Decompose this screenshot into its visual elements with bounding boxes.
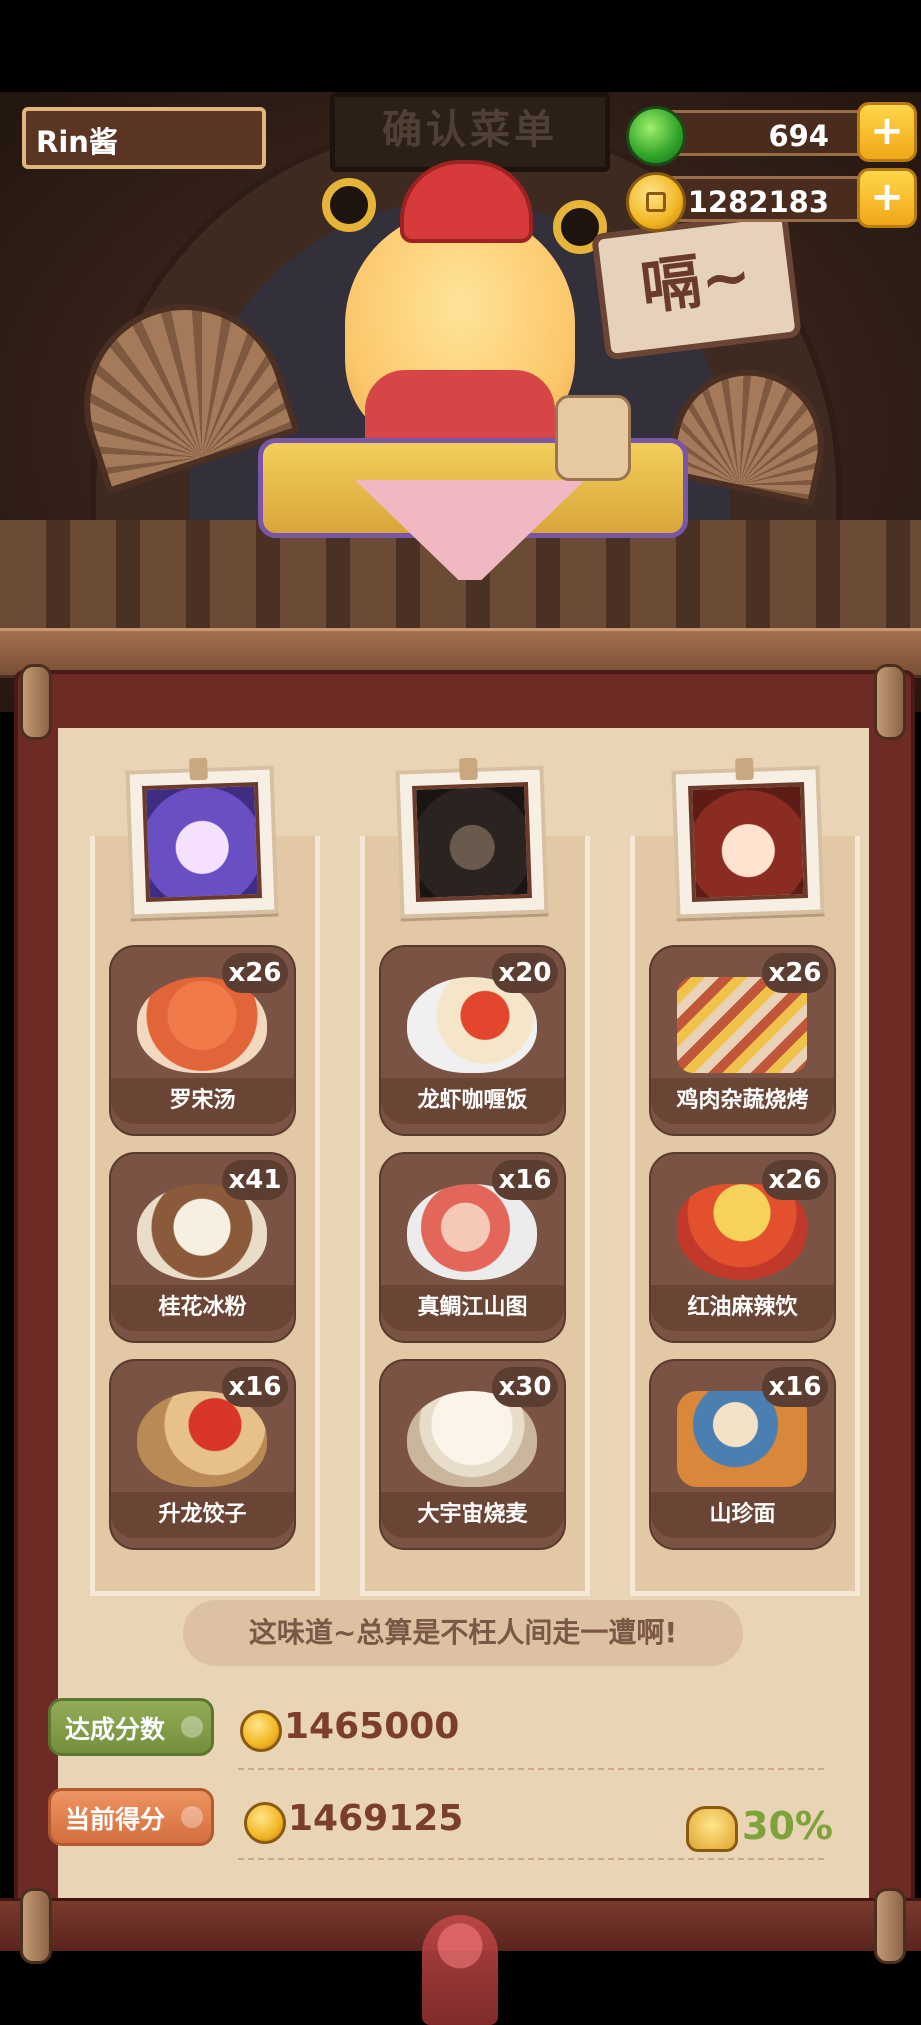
dish-card[interactable]: x16 山珍面 (649, 1359, 836, 1550)
status-bar-area (0, 0, 921, 92)
speech-bubble: 嗝~ (590, 210, 803, 361)
dish-card[interactable]: x20 龙虾咖喱饭 (379, 945, 566, 1136)
current-score-value: 1469125 (288, 1798, 464, 1839)
divider (238, 1858, 824, 1860)
scroll-roller (874, 1888, 906, 1964)
dish-name: 红油麻辣饮 (651, 1285, 834, 1331)
dish-name: 鸡肉杂蔬烧烤 (651, 1078, 834, 1124)
dish-card[interactable]: x26 罗宋汤 (109, 945, 296, 1136)
player-name-plate[interactable]: Rin酱 (22, 107, 266, 169)
current-score-tag: 当前得分 (48, 1788, 214, 1846)
dish-name: 桂花冰粉 (111, 1285, 294, 1331)
coin-icon (244, 1802, 286, 1844)
dish-card[interactable]: x41 桂花冰粉 (109, 1152, 296, 1343)
target-score-value: 1465000 (284, 1706, 460, 1747)
jade-icon (626, 106, 686, 166)
pin-icon (735, 757, 754, 781)
coin-bag-bonus-icon (686, 1806, 738, 1852)
dish-name: 龙虾咖喱饭 (381, 1078, 564, 1124)
pin-icon (189, 757, 208, 781)
scroll-roller (20, 1888, 52, 1964)
dish-count-badge: x41 (222, 1160, 288, 1200)
stacked-bowls (555, 395, 631, 481)
dish-card[interactable]: x16 真鲷江山图 (379, 1152, 566, 1343)
target-score-label: 达成分数 (65, 1715, 166, 1744)
pin-icon (459, 757, 478, 781)
dish-count-badge: x26 (762, 1160, 828, 1200)
dish-count-badge: x16 (492, 1160, 558, 1200)
avatar (412, 782, 532, 902)
dish-count-badge: x16 (762, 1367, 828, 1407)
dish-name: 山珍面 (651, 1492, 834, 1538)
dish-name: 罗宋汤 (111, 1078, 294, 1124)
dish-count-badge: x16 (222, 1367, 288, 1407)
dish-card[interactable]: x26 鸡肉杂蔬烧烤 (649, 945, 836, 1136)
coin-icon (626, 172, 686, 232)
arrow-right-icon (181, 1716, 203, 1738)
divider (238, 1768, 824, 1770)
coin-icon (240, 1710, 282, 1752)
tassel-ornament (422, 1915, 498, 2025)
dish-card[interactable]: x30 大宇宙烧麦 (379, 1359, 566, 1550)
dish-count-badge: x26 (222, 953, 288, 993)
dish-card[interactable]: x26 红油麻辣饮 (649, 1152, 836, 1343)
dish-count-badge: x26 (762, 953, 828, 993)
arrow-right-icon (181, 1806, 203, 1828)
coin-ornament-left (322, 178, 376, 232)
add-jade-button[interactable]: + (857, 102, 917, 162)
dish-name: 真鲷江山图 (381, 1285, 564, 1331)
dish-count-badge: x20 (492, 953, 558, 993)
dish-name: 升龙饺子 (111, 1492, 294, 1538)
customer-portrait-3[interactable] (671, 757, 825, 919)
avatar (142, 782, 262, 902)
dish-card[interactable]: x16 升龙饺子 (109, 1359, 296, 1550)
dish-count-badge: x30 (492, 1367, 558, 1407)
scroll-roller (874, 664, 906, 740)
dish-name: 大宇宙烧麦 (381, 1492, 564, 1538)
game-screen: 确认菜单 嗝~ Rin酱 694 + 1282183 + x26 罗宋汤 x41… (0, 0, 921, 2025)
scroll-roller (20, 664, 52, 740)
add-coins-button[interactable]: + (857, 168, 917, 228)
customer-quote: 这味道~总算是不枉人间走一遭啊! (183, 1600, 743, 1666)
target-score-tag: 达成分数 (48, 1698, 214, 1756)
bonus-percent: 30% (742, 1804, 833, 1848)
customer-portrait-1[interactable] (125, 757, 279, 919)
avatar (688, 782, 808, 902)
current-score-label: 当前得分 (65, 1805, 166, 1834)
customer-portrait-2[interactable] (395, 757, 549, 919)
